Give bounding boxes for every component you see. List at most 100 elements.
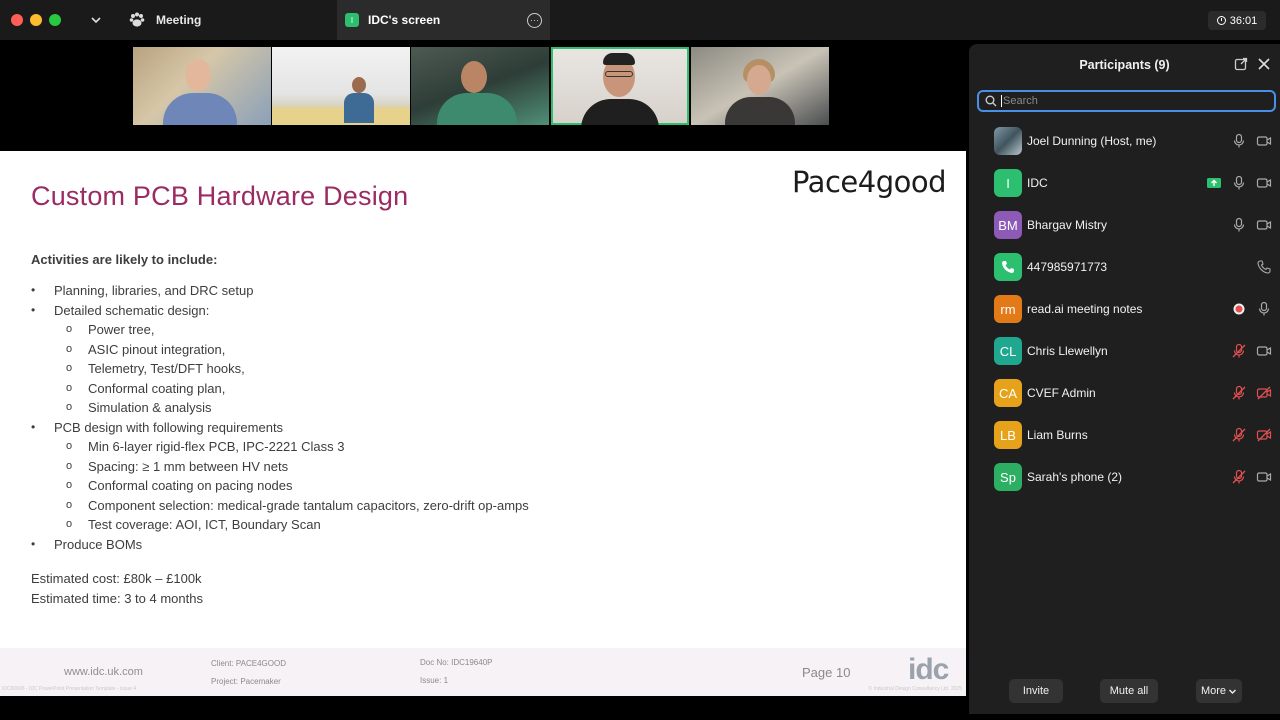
more-options-icon[interactable]: ···: [527, 13, 542, 28]
search-input[interactable]: [1003, 95, 1274, 107]
sub-bullet-item: o Simulation & analysis: [31, 398, 931, 418]
bullet-text: Conformal coating plan,: [88, 380, 226, 396]
participant-name: Sarah's phone (2): [1027, 470, 1123, 484]
bullet-marker: o: [66, 440, 73, 452]
search-icon: [985, 95, 997, 107]
video-icon[interactable]: [1256, 217, 1272, 233]
mic-muted-icon[interactable]: [1231, 469, 1247, 485]
shared-screen-slide: Custom PCB Hardware Design Pace4good Act…: [0, 151, 966, 696]
sub-bullet-item: o Min 6-layer rigid-flex PCB, IPC-2221 Cl…: [31, 437, 931, 457]
participant-name: Liam Burns: [1027, 428, 1088, 442]
video-icon[interactable]: [1256, 343, 1272, 359]
text-caret: [1001, 95, 1002, 107]
participant-row[interactable]: I IDC: [969, 162, 1280, 204]
avatar-photo: [994, 127, 1022, 155]
close-icon[interactable]: [1257, 57, 1271, 71]
bullet-marker: o: [66, 479, 73, 491]
mic-icon[interactable]: [1256, 301, 1272, 317]
footer-doc-no: Doc No: IDC19640P: [420, 658, 493, 667]
estimates: Estimated cost: £80k – £100k Estimated t…: [31, 569, 203, 608]
bullet-text: Test coverage: AOI, ICT, Boundary Scan: [88, 517, 321, 532]
bullet-text: Conformal coating on pacing nodes: [88, 478, 293, 493]
phone-icon: [1256, 259, 1272, 275]
minimize-window-button[interactable]: [30, 14, 42, 26]
participant-body: [725, 97, 795, 125]
participant-row[interactable]: Sp Sarah's phone (2): [969, 456, 1280, 498]
participant-head: [352, 77, 366, 93]
participant-name: Chris Llewellyn: [1027, 344, 1108, 358]
search-field[interactable]: [977, 90, 1276, 112]
video-off-icon[interactable]: [1256, 385, 1272, 401]
participant-row[interactable]: BM Bhargav Mistry: [969, 204, 1280, 246]
participant-hair: [603, 53, 635, 65]
video-icon[interactable]: [1256, 469, 1272, 485]
bullet-text: Planning, libraries, and DRC setup: [54, 283, 254, 298]
participant-body: [581, 99, 659, 125]
close-window-button[interactable]: [11, 14, 23, 26]
video-tile[interactable]: [133, 47, 271, 125]
video-tile[interactable]: [272, 47, 410, 125]
participant-row[interactable]: LB Liam Burns: [969, 414, 1280, 456]
sub-bullet-item: o Conformal coating plan,: [31, 379, 931, 399]
bullet-text: Spacing: ≥ 1 mm between HV nets: [88, 458, 289, 474]
more-button-label: More: [1200, 685, 1227, 697]
mute-all-button[interactable]: Mute all: [1100, 679, 1158, 703]
maximize-window-button[interactable]: [49, 14, 61, 26]
footer-copyright: © Industrial Design Consultancy Ltd. 202…: [868, 686, 962, 692]
mic-icon[interactable]: [1231, 175, 1247, 191]
mic-icon[interactable]: [1231, 133, 1247, 149]
bullet-marker: o: [66, 401, 73, 413]
sub-bullet-item: o Telemetry, Test/DFT hooks,: [31, 359, 931, 379]
sub-bullet-item: o Component selection: medical-grade tant…: [31, 496, 931, 516]
avatar: CA: [994, 379, 1022, 407]
sub-bullet-item: o Test coverage: AOI, ICT, Boundary Scan: [31, 515, 931, 535]
bullet-marker: o: [66, 381, 73, 394]
participant-body: [437, 93, 517, 125]
more-button[interactable]: More: [1196, 679, 1242, 703]
video-tile[interactable]: [691, 47, 829, 125]
timer-value: 36:01: [1229, 14, 1258, 27]
participant-row[interactable]: 447985971773: [969, 246, 1280, 288]
bullet-marker: o: [66, 323, 73, 335]
video-icon[interactable]: [1256, 133, 1272, 149]
sub-bullet-item: o ASIC pinout integration,: [31, 340, 931, 360]
bullet-item: • Produce BOMs: [31, 535, 931, 555]
bullet-item: • PCB design with following requirements: [31, 418, 931, 438]
bullet-marker: •: [31, 536, 36, 551]
participant-glasses: [605, 71, 633, 77]
bullet-text: Produce BOMs: [54, 536, 143, 552]
mic-icon[interactable]: [1231, 217, 1247, 233]
mic-muted-icon[interactable]: [1231, 427, 1247, 443]
bullet-text: Detailed schematic design:: [54, 302, 210, 318]
participant-row[interactable]: CA CVEF Admin: [969, 372, 1280, 414]
participant-body: [163, 93, 237, 125]
tab-meeting[interactable]: Meeting: [122, 0, 336, 40]
bullet-marker: •: [31, 302, 36, 317]
phone-avatar-icon: [994, 253, 1022, 281]
video-tile[interactable]: [411, 47, 549, 125]
meeting-timer: 36:01: [1208, 11, 1266, 30]
desk: [272, 107, 410, 125]
mic-muted-icon[interactable]: [1231, 343, 1247, 359]
participant-row[interactable]: Joel Dunning (Host, me): [969, 120, 1280, 162]
video-tile-active-speaker[interactable]: [551, 47, 689, 125]
invite-button[interactable]: Invite: [1009, 679, 1063, 703]
participant-row[interactable]: CL Chris Llewellyn: [969, 330, 1280, 372]
tab-meeting-label: Meeting: [156, 13, 202, 27]
video-off-icon[interactable]: [1256, 427, 1272, 443]
participant-name: IDC: [1027, 176, 1048, 190]
tab-idc-screen[interactable]: I IDC's screen ···: [337, 0, 550, 40]
bullet-text: Min 6-layer rigid-flex PCB, IPC-2221 Cla…: [88, 439, 345, 454]
pop-out-icon[interactable]: [1234, 57, 1248, 71]
avatar: Sp: [994, 463, 1022, 491]
chevron-down-icon[interactable]: [88, 12, 104, 28]
bullet-marker: •: [31, 419, 36, 434]
participant-row[interactable]: rm read.ai meeting notes: [969, 288, 1280, 330]
participants-panel: Participants (9) Joel Dunning (Host, me)…: [969, 44, 1280, 714]
participant-name: CVEF Admin: [1027, 386, 1096, 400]
title-bar: Meeting I IDC's screen ··· 36:01: [0, 0, 1280, 40]
participant-head: [747, 65, 771, 95]
screen-share-icon: [1206, 175, 1222, 191]
video-icon[interactable]: [1256, 175, 1272, 191]
mic-muted-icon[interactable]: [1231, 385, 1247, 401]
